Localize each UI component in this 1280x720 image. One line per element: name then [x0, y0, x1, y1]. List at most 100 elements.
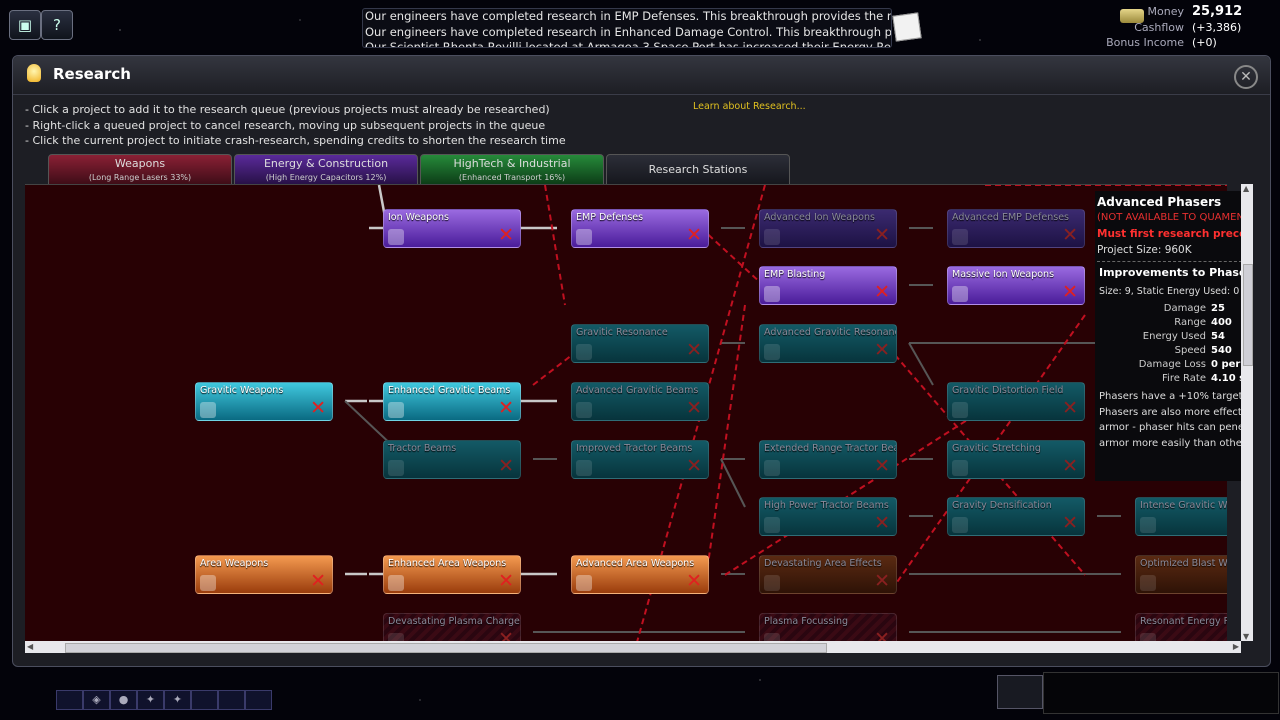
scroll-right-arrow-icon[interactable]: ▶ [1233, 642, 1239, 651]
not-available-icon: ✕ [1062, 397, 1078, 419]
research-node-label: Gravitic Stretching [952, 443, 1041, 454]
research-node[interactable]: Resonant Energy Pulsing✕ [1135, 613, 1227, 642]
research-node[interactable]: Extended Range Tractor Beams✕ [759, 440, 897, 479]
weapon-icon [1140, 517, 1156, 533]
not-available-icon: ✕ [686, 570, 702, 592]
planet-icon[interactable]: ● [110, 690, 137, 710]
tab-hightech-industrial[interactable]: HighTech & Industrial (Enhanced Transpor… [420, 154, 604, 186]
research-node-label: Optimized Blast Wave [1140, 558, 1227, 569]
tab-label: Energy & Construction [263, 157, 389, 170]
description-line: armor more easily than other [1099, 437, 1242, 449]
news-ticker[interactable]: Our engineers have completed research in… [362, 8, 892, 48]
not-available-icon: ✕ [498, 224, 514, 246]
research-node-label: Gravity Densification [952, 500, 1052, 511]
research-node[interactable]: Devastating Plasma Charge ✕ [383, 613, 521, 642]
research-node[interactable]: Advanced EMP Defenses ✕ [947, 209, 1085, 248]
ship-icon[interactable]: ◈ [83, 690, 110, 710]
learn-about-research-link[interactable]: Learn about Research... [693, 101, 806, 112]
toolbar-slot[interactable] [218, 690, 245, 710]
research-node[interactable]: Intense Gravitic Warping✕ [1135, 497, 1227, 536]
tab-energy-construction[interactable]: Energy & Construction (High Energy Capac… [234, 154, 418, 186]
research-tree[interactable]: Ion Weapons ✕ EMP Defenses ✕ Advanced Ion We… [25, 184, 1227, 642]
horizontal-scrollbar[interactable]: ◀ ▶ [25, 641, 1241, 653]
research-node[interactable]: Devastating Area Effects ✕ [759, 555, 897, 594]
research-node[interactable]: Advanced Area Weapons ✕ [571, 555, 709, 594]
stat-value: 54 [1211, 331, 1225, 342]
not-available-icon: ✕ [498, 455, 514, 477]
research-node[interactable]: Enhanced Area Weapons ✕ [383, 555, 521, 594]
detail-size-energy: Size: 9, Static Energy Used: 0 [1099, 286, 1240, 297]
description-line: Phasers are also more effecti [1099, 406, 1242, 418]
weapon-icon [952, 517, 968, 533]
research-node-label: Advanced Gravitic Resonance [764, 327, 897, 338]
window-titlebar[interactable]: Research ✕ [13, 56, 1270, 95]
research-node[interactable]: Optimized Blast Wave✕ [1135, 555, 1227, 594]
not-available-icon: ✕ [310, 397, 326, 419]
not-available-icon: ✕ [686, 224, 702, 246]
scroll-left-arrow-icon[interactable]: ◀ [27, 642, 33, 651]
research-node[interactable]: Area Weapons ✕ [195, 555, 333, 594]
research-node[interactable]: Ion Weapons ✕ [383, 209, 521, 248]
toolbar-slot[interactable] [245, 690, 272, 710]
message-icon[interactable] [892, 12, 922, 42]
toolbar-slot[interactable] [191, 690, 218, 710]
research-node-label: Advanced EMP Defenses [952, 212, 1070, 223]
detail-stats: Damage 25 Range 400 Energy Used 54 Speed 540… [1095, 303, 1242, 387]
scroll-down-arrow-icon[interactable]: ▼ [1243, 632, 1249, 641]
vertical-scroll-thumb[interactable] [1243, 264, 1253, 366]
window-title: Research [53, 65, 131, 83]
toolbar-slot[interactable] [56, 690, 83, 710]
detail-project-size: Project Size: 960K [1097, 244, 1192, 256]
category-tabs: Weapons (Long Range Lasers 33%) Energy &… [48, 154, 790, 186]
research-node[interactable]: Gravitic Stretching ✕ [947, 440, 1085, 479]
fleet-icon[interactable]: ✦ [164, 690, 191, 710]
research-node[interactable]: Tractor Beams ✕ [383, 440, 521, 479]
detail-availability: (NOT AVAILABLE TO QUAMENO) [1097, 212, 1242, 223]
help-icon[interactable]: ? [41, 10, 73, 40]
stat-label: Damage [1163, 303, 1206, 314]
vertical-scrollbar[interactable]: ▲ ▼ [1241, 184, 1253, 641]
research-node-label: EMP Blasting [764, 269, 826, 280]
not-available-icon: ✕ [1062, 224, 1078, 246]
monitor-icon[interactable]: ▣ [9, 10, 41, 40]
stat-value: 25 [1211, 303, 1225, 314]
research-node[interactable]: Advanced Ion Weapons ✕ [759, 209, 897, 248]
research-node[interactable]: EMP Defenses ✕ [571, 209, 709, 248]
research-node-label: Massive Ion Weapons [952, 269, 1055, 280]
not-available-icon: ✕ [874, 339, 890, 361]
research-node[interactable]: Gravitic Weapons ✕ [195, 382, 333, 421]
close-button[interactable]: ✕ [1234, 65, 1258, 89]
weapon-icon [952, 460, 968, 476]
research-node[interactable]: Enhanced Gravitic Beams ✕ [383, 382, 521, 421]
research-node[interactable]: Advanced Gravitic Beams ✕ [571, 382, 709, 421]
research-node[interactable]: EMP Blasting ✕ [759, 266, 897, 305]
research-node-label: Advanced Gravitic Beams [576, 385, 699, 396]
stat-row: Damage 25 [1095, 303, 1242, 317]
research-node[interactable]: Massive Ion Weapons ✕ [947, 266, 1085, 305]
galaxy-map-button[interactable] [997, 675, 1043, 709]
weapon-icon [952, 402, 968, 418]
tab-weapons[interactable]: Weapons (Long Range Lasers 33%) [48, 154, 232, 186]
research-node[interactable]: Gravitic Resonance ✕ [571, 324, 709, 363]
research-node[interactable]: Improved Tractor Beams ✕ [571, 440, 709, 479]
research-node[interactable]: Advanced Gravitic Resonance ✕ [759, 324, 897, 363]
detail-improvements-title: Improvements to Phaser [1099, 266, 1242, 279]
research-node[interactable]: High Power Tractor Beams ✕ [759, 497, 897, 536]
research-node[interactable]: Gravity Densification ✕ [947, 497, 1085, 536]
instruction-line: - Click a project to add it to the resea… [25, 103, 550, 116]
stat-value: 400 [1211, 317, 1232, 328]
scroll-up-arrow-icon[interactable]: ▲ [1243, 184, 1249, 193]
fleet-icon[interactable]: ✦ [137, 690, 164, 710]
not-available-icon: ✕ [686, 397, 702, 419]
research-node[interactable]: Gravitic Distortion Field ✕ [947, 382, 1085, 421]
tab-research-stations[interactable]: Research Stations [606, 154, 790, 186]
lightbulb-icon [27, 64, 41, 82]
weapon-icon [576, 402, 592, 418]
horizontal-scroll-thumb[interactable] [65, 643, 827, 653]
research-node[interactable]: Plasma Focussing ✕ [759, 613, 897, 642]
detail-requirement: Must first research preced [1097, 228, 1242, 240]
description-line: armor - phaser hits can penet [1099, 422, 1242, 433]
tab-sublabel: (Enhanced Transport 16%) [458, 173, 566, 182]
tab-label: HighTech & Industrial [453, 157, 571, 170]
research-node-label: Area Weapons [200, 558, 269, 569]
